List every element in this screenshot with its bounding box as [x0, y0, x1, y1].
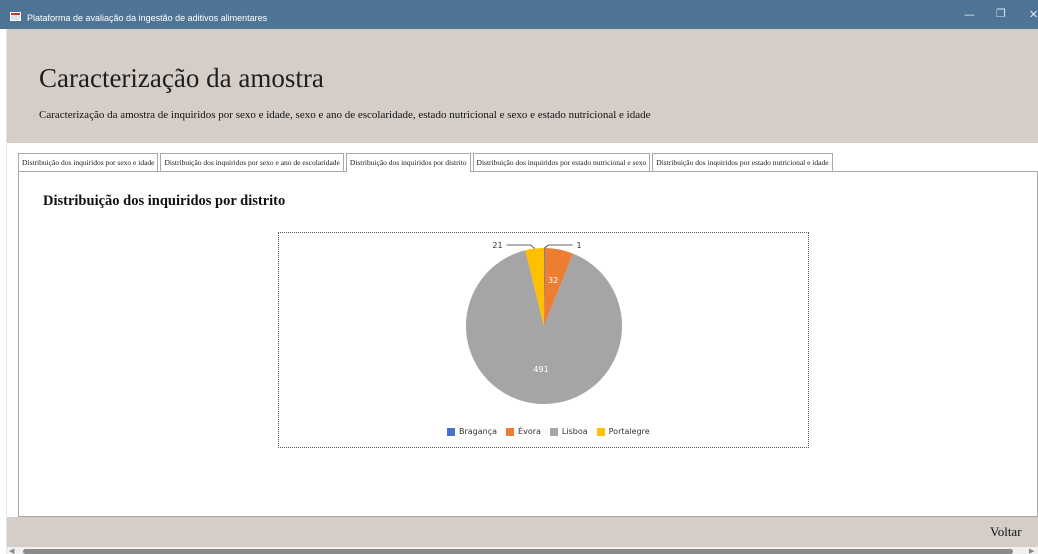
data-label: 491	[533, 365, 548, 374]
legend-label: Lisboa	[561, 427, 588, 436]
form-footer: Voltar	[7, 517, 1038, 547]
tab-strip: Distribuição dos inquiridos por sexo e i…	[18, 153, 835, 172]
legend-label: Portalegre	[608, 427, 650, 436]
tab-panel: Distribuição dos inquiridos por distrito…	[18, 171, 1038, 517]
legend-label: Évora	[518, 427, 541, 436]
close-button[interactable]: ✕	[1029, 9, 1038, 21]
minimize-button[interactable]: —	[964, 9, 975, 21]
section-title: Distribuição dos inquiridos por distrito	[43, 193, 286, 209]
scroll-left-icon[interactable]: ◀	[9, 548, 14, 554]
back-button[interactable]: Voltar	[990, 524, 1022, 540]
horizontal-scrollbar[interactable]: ◀ ▶	[7, 547, 1038, 554]
window-title: Plataforma de avaliação da ingestão de a…	[27, 13, 268, 23]
tab-sexo-escolaridade[interactable]: Distribuição dos inquiridos por sexo e a…	[160, 153, 344, 172]
legend-swatch	[506, 427, 515, 436]
tab-estado-nutricional-sexo[interactable]: Distribuição dos inquiridos por estado n…	[472, 153, 651, 172]
legend-item: Lisboa	[549, 427, 588, 436]
tab-sexo-idade[interactable]: Distribuição dos inquiridos por sexo e i…	[18, 153, 159, 172]
pie-chart-canvas: 1 32 491 21	[466, 241, 622, 404]
pie-chart: 1 32 491 21 Bragança Évora Lisboa Portalegr…	[278, 232, 809, 448]
restore-button[interactable]: ❐	[996, 8, 1006, 20]
data-label: 32	[548, 276, 558, 285]
legend-swatch	[596, 427, 605, 436]
form-header: Caracterização da amostra Caracterização…	[7, 29, 1038, 143]
legend-label: Bragança	[459, 427, 498, 436]
page-subtitle: Caracterização da amostra de inquiridos …	[39, 109, 651, 121]
legend-item: Portalegre	[596, 427, 650, 436]
legend-swatch	[549, 427, 558, 436]
tab-estado-nutricional-idade[interactable]: Distribuição dos inquiridos por estado n…	[652, 153, 833, 172]
leader-line	[506, 244, 535, 249]
data-label: 1	[576, 241, 581, 250]
legend-item: Bragança	[447, 427, 497, 436]
window-titlebar: Plataforma de avaliação da ingestão de a…	[0, 0, 1038, 29]
page-title: Caracterização da amostra	[39, 63, 324, 93]
leader-line	[544, 244, 573, 249]
legend-swatch	[447, 427, 455, 436]
left-border-strip	[0, 29, 7, 554]
legend-item: Évora	[506, 427, 541, 436]
scrollbar-thumb[interactable]	[23, 549, 1013, 554]
data-label: 21	[492, 241, 502, 250]
chart-legend: Bragança Évora Lisboa Portalegre	[447, 427, 650, 436]
scroll-right-icon[interactable]: ▶	[1029, 548, 1034, 554]
app-form-icon	[10, 12, 21, 21]
tab-distrito[interactable]: Distribuição dos inquiridos por distrito	[345, 153, 471, 172]
